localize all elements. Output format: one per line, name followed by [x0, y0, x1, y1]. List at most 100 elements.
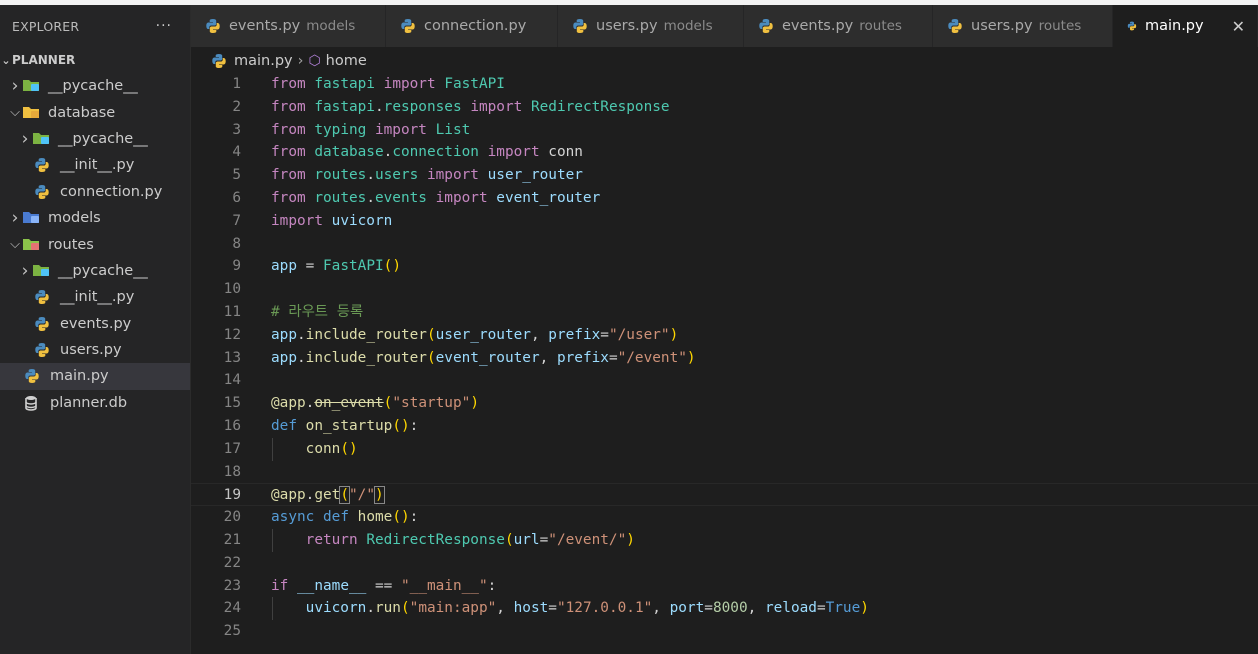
code-line[interactable]: 23 if __name__ == "__main__":	[191, 575, 1258, 598]
models-folder-icon	[23, 212, 39, 224]
file-icon-wrap	[22, 237, 40, 253]
code-line[interactable]: 16 def on_startup():	[191, 415, 1258, 438]
tab-description: models	[663, 18, 713, 34]
line-number: 1	[232, 76, 241, 92]
more-actions-icon[interactable]: ···	[156, 18, 172, 34]
file-icon-wrap	[34, 289, 52, 305]
file-icon-wrap	[24, 368, 42, 384]
file-icon-wrap	[32, 131, 50, 147]
code-line[interactable]: 9 app = FastAPI()	[191, 255, 1258, 278]
code-line[interactable]: 3 from typing import List	[191, 119, 1258, 142]
code-line[interactable]: 13 app.include_router(event_router, prefi…	[191, 347, 1258, 370]
tree-item-label: planner.db	[50, 394, 128, 411]
tree-item[interactable]: __init__.py	[0, 152, 190, 178]
python-file-icon	[35, 158, 49, 173]
code-line[interactable]: 19 @app.get("/")	[191, 483, 1258, 507]
tree-item[interactable]: main.py	[0, 363, 190, 390]
python-file-icon	[35, 343, 49, 358]
code-line[interactable]: 12 app.include_router(user_router, prefix…	[191, 324, 1258, 347]
tree-item[interactable]: › __pycache__	[0, 258, 190, 284]
tree-item-label: __pycache__	[58, 130, 148, 147]
tree-item[interactable]: connection.py	[0, 179, 190, 205]
tab-events-routes[interactable]: events.py routes	[744, 5, 933, 47]
code-line[interactable]: 8	[191, 233, 1258, 256]
code-line[interactable]: 4 from database.connection import conn	[191, 141, 1258, 164]
code-line[interactable]: 1 from fastapi import FastAPI	[191, 73, 1258, 96]
code-line[interactable]: 21 return RedirectResponse(url="/event/"…	[191, 528, 1258, 552]
tab-connection[interactable]: connection.py	[386, 5, 558, 47]
line-number: 25	[223, 623, 241, 640]
routes-folder-icon	[23, 238, 39, 250]
line-number: 9	[232, 258, 241, 275]
breadcrumb-file[interactable]: main.py	[234, 53, 293, 69]
code-line[interactable]: 22	[191, 552, 1258, 575]
code-text: # 라우트 등록	[271, 303, 364, 320]
tree-item[interactable]: › __pycache__	[0, 73, 190, 99]
code-line[interactable]: 2 from fastapi.responses import RedirectR…	[191, 96, 1258, 119]
project-name: PLANNER	[12, 53, 76, 67]
tab-users-models[interactable]: users.py models	[558, 5, 744, 47]
code-text: uvicorn.run("main:app", host="127.0.0.1"…	[305, 600, 869, 617]
explorer-title: EXPLORER	[12, 18, 80, 34]
line-number: 20	[223, 509, 241, 526]
tree-item-label: users.py	[60, 342, 122, 359]
python-file-icon	[25, 369, 39, 384]
code-line[interactable]: 10	[191, 278, 1258, 301]
code-line[interactable]: 24 uvicorn.run("main:app", host="127.0.0…	[191, 597, 1258, 621]
tree-item-label: __pycache__	[48, 78, 138, 95]
file-icon-wrap	[32, 263, 50, 279]
tab-label: users.py	[596, 18, 658, 34]
pycache-folder-icon	[23, 80, 39, 92]
python-file-icon	[35, 184, 49, 199]
code-line[interactable]: 15 @app.on_event("startup")	[191, 392, 1258, 415]
tree-item[interactable]: › models	[0, 205, 190, 231]
breadcrumb: main.py › ⬡ home	[211, 50, 367, 72]
editor-tabs: events.py models connection.py users.py mode…	[191, 5, 1258, 47]
code-text: conn()	[305, 440, 358, 457]
pycache-folder-icon	[33, 264, 49, 276]
code-line[interactable]: 11 # 라우트 등록	[191, 301, 1258, 324]
tree-item[interactable]: › __pycache__	[0, 126, 190, 152]
file-icon-wrap	[34, 157, 52, 173]
tree-item-label: models	[48, 210, 101, 227]
tab-description: routes	[859, 18, 902, 34]
tree-item[interactable]: events.py	[0, 311, 190, 337]
code-line[interactable]: 25	[191, 620, 1258, 643]
breadcrumb-symbol[interactable]: home	[326, 53, 367, 69]
tab-label: events.py	[229, 18, 301, 34]
chevron-down-icon: ⌵	[10, 237, 20, 253]
code-text: from database.connection import conn	[271, 144, 583, 161]
code-text: app.include_router(user_router, prefix="…	[271, 326, 679, 343]
line-number: 3	[232, 121, 241, 138]
file-icon-wrap	[22, 105, 40, 121]
code-text: @app.on_event("startup")	[271, 395, 479, 412]
code-line[interactable]: 5 from routes.users import user_router	[191, 164, 1258, 187]
python-file-icon	[401, 19, 415, 33]
code-editor[interactable]: 1 from fastapi import FastAPI 2 from fastap…	[191, 73, 1258, 643]
tree-item[interactable]: ⌵ routes	[0, 231, 190, 257]
code-line[interactable]: 6 from routes.events import event_router	[191, 187, 1258, 210]
tab-main[interactable]: main.py ✕	[1113, 5, 1258, 47]
tab-label: users.py	[971, 18, 1033, 34]
close-icon[interactable]: ✕	[1232, 17, 1245, 36]
tab-events-models[interactable]: events.py models	[191, 5, 386, 47]
tree-item[interactable]: ⌵ database	[0, 99, 190, 125]
tree-item[interactable]: planner.db	[0, 390, 190, 416]
line-number: 14	[223, 372, 241, 389]
code-line[interactable]: 17 conn()	[191, 437, 1258, 461]
code-text: app = FastAPI()	[271, 258, 402, 275]
code-line[interactable]: 18	[191, 461, 1258, 484]
code-line[interactable]: 14	[191, 369, 1258, 392]
project-root[interactable]: ⌄ PLANNER	[0, 47, 190, 73]
python-file-icon	[212, 54, 226, 68]
tree-item[interactable]: users.py	[0, 337, 190, 363]
line-number: 2	[232, 98, 241, 115]
code-line[interactable]: 20 async def home():	[191, 506, 1258, 529]
tab-users-routes[interactable]: users.py routes	[933, 5, 1113, 47]
code-text: if __name__ == "__main__":	[271, 577, 497, 594]
tree-item[interactable]: __init__.py	[0, 284, 190, 310]
code-line[interactable]: 7 import uvicorn	[191, 210, 1258, 233]
python-file-icon	[206, 19, 220, 33]
chevron-right-icon: ›	[21, 260, 29, 281]
code-text: async def home():	[271, 509, 419, 526]
